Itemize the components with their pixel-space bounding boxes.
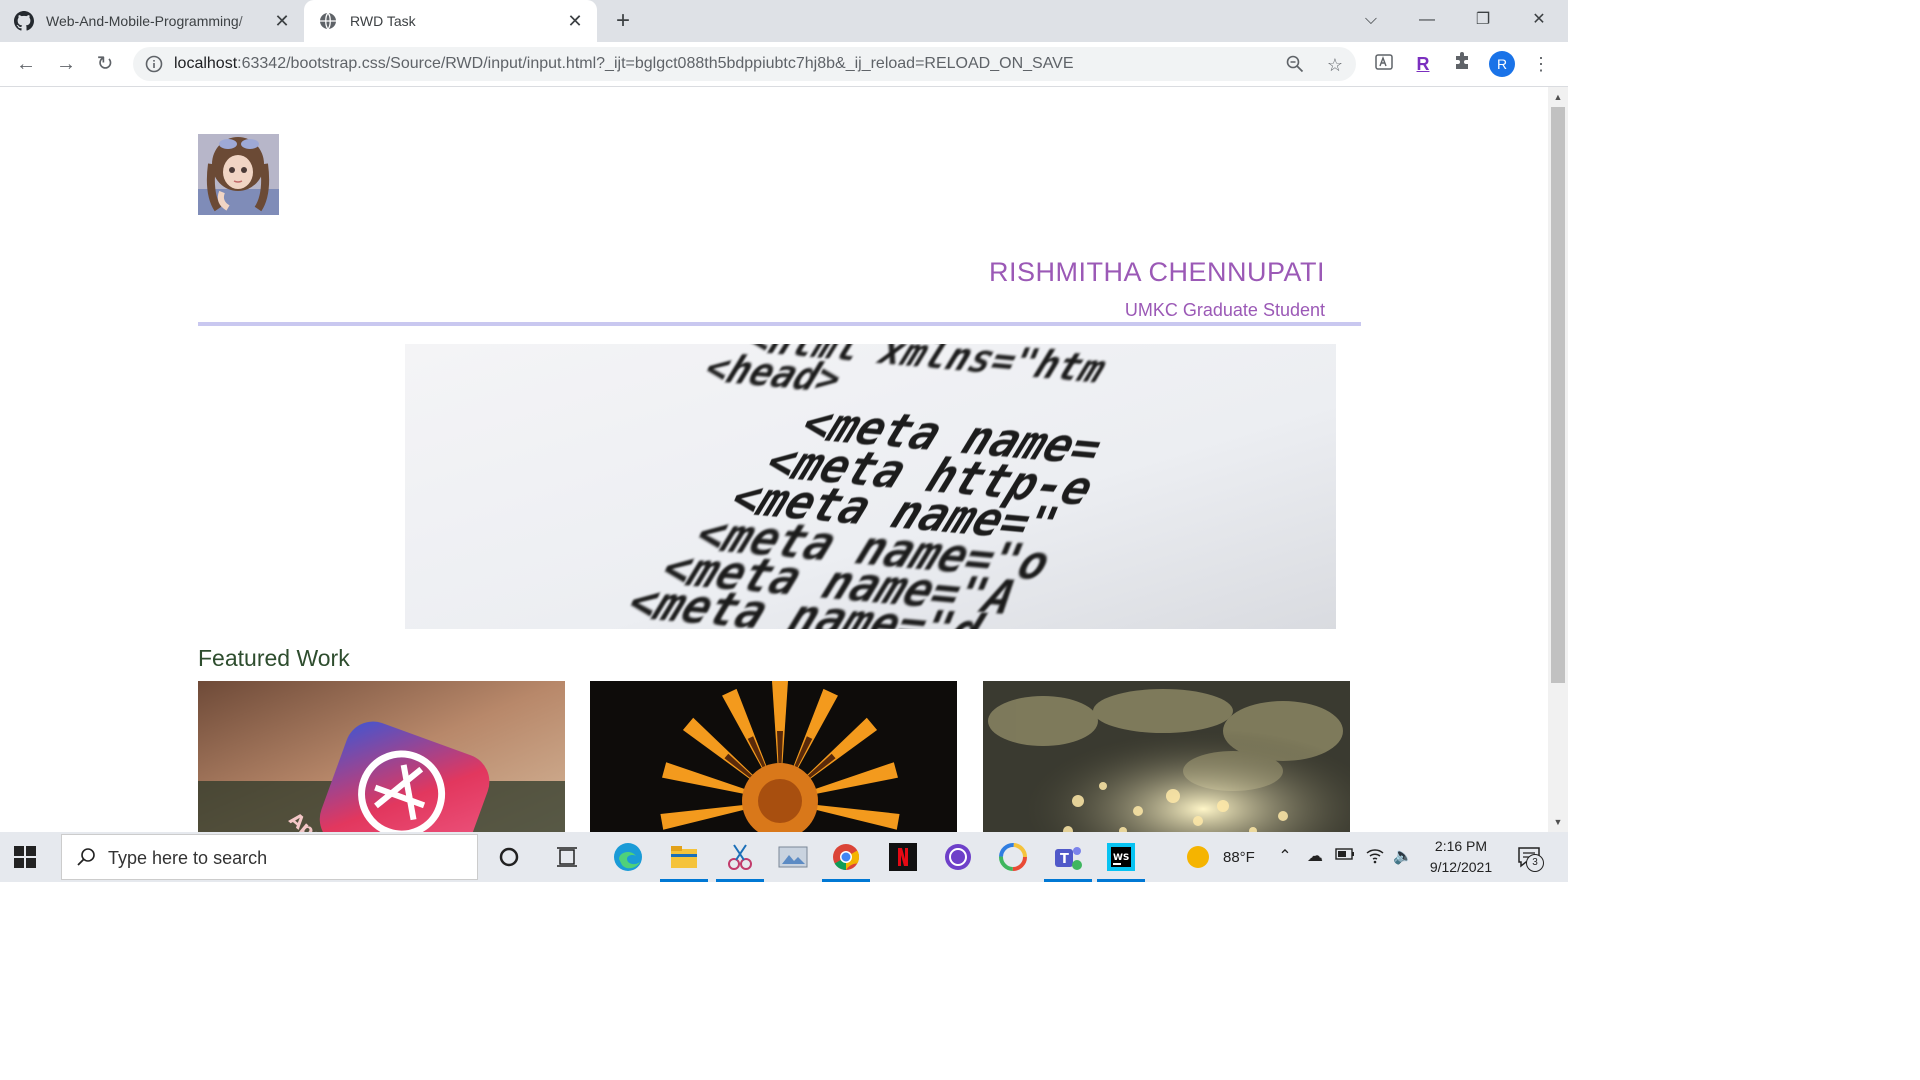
header-divider [198,322,1361,326]
windows-start-icon[interactable] [14,846,36,868]
profile-image [198,134,279,215]
r-extension-icon[interactable]: R [1411,52,1435,76]
minimize-button[interactable]: — [1412,8,1442,32]
close-tab-icon[interactable]: ✕ [272,11,292,31]
temperature-text: 88°F [1223,848,1255,866]
search-placeholder: Type here to search [108,848,268,868]
browser-tab-strip: Web-And-Mobile-Programming/ ✕ RWD Task ✕… [0,0,1568,42]
new-tab-button[interactable]: + [610,8,636,34]
teams-icon[interactable]: T [1044,842,1092,882]
clock-time: 2:16 PM [1434,838,1488,854]
github-desktop-icon[interactable] [943,842,973,872]
tab-rwd-task[interactable]: RWD Task ✕ [304,0,597,42]
notification-count-badge: 3 [1526,854,1544,872]
featured-work-bokeh-image[interactable] [983,681,1350,832]
onedrive-cloud-icon[interactable]: ☁ [1304,846,1326,868]
tab-title: Web-And-Mobile-Programming/ [46,13,243,29]
svg-text:T: T [1060,852,1069,867]
edge-browser-icon[interactable] [613,842,643,872]
bookmark-star-icon[interactable]: ☆ [1325,55,1345,75]
volume-icon[interactable]: 🔈 [1392,846,1414,868]
close-tab-icon[interactable]: ✕ [565,11,585,31]
windows-taskbar: Type here to search T WS 88°F ⌃ ☁ 🔈 2:16… [0,832,1568,882]
scroll-up-arrow-icon[interactable]: ▲ [1552,91,1564,103]
globe-icon [318,11,338,31]
snipping-tool-icon[interactable] [716,842,764,882]
scroll-down-arrow-icon[interactable]: ▼ [1552,816,1564,828]
forward-button[interactable]: → [54,52,78,76]
netflix-icon[interactable] [888,842,918,872]
weather-widget[interactable]: 88°F [1187,846,1255,868]
chrome-browser-icon[interactable] [822,842,870,882]
tab-search-chevron-icon[interactable]: ⌵ [1356,8,1386,32]
file-explorer-icon[interactable] [660,842,708,882]
page-scrollbar[interactable]: ▲ ▼ [1548,87,1568,832]
battery-icon[interactable] [1334,846,1356,868]
show-hidden-icons-chevron-icon[interactable]: ⌃ [1274,846,1296,868]
tab-title: RWD Task [350,13,416,29]
close-window-button[interactable]: ✕ [1524,8,1554,32]
taskbar-search-input[interactable]: Type here to search [61,834,478,880]
featured-work-flower-image[interactable] [590,681,957,832]
featured-work-heading: Featured Work [198,645,350,671]
scrollbar-thumb[interactable] [1551,107,1565,683]
svg-text:WS: WS [1113,853,1129,863]
cortana-icon[interactable] [494,842,524,872]
browser-toolbar: ← → ↻ localhost:63342/bootstrap.css/Sour… [0,42,1568,87]
notification-center-icon[interactable]: 3 [1516,844,1544,872]
color-app-icon[interactable] [998,842,1028,872]
task-view-icon[interactable] [553,842,583,872]
page-subtitle: UMKC Graduate Student [1124,300,1325,320]
puzzle-extensions-icon[interactable] [1450,52,1474,76]
image-viewer-icon[interactable] [778,842,808,872]
zoom-icon[interactable] [1285,55,1305,75]
url-text: localhost:63342/bootstrap.css/Source/RWD… [174,55,1074,72]
featured-work-app-image[interactable]: App [198,681,565,832]
webstorm-icon[interactable]: WS [1097,842,1145,882]
restore-button[interactable]: ❐ [1468,8,1498,32]
wifi-icon[interactable] [1364,846,1386,868]
sun-icon [1187,846,1209,868]
info-icon[interactable] [145,55,163,73]
github-icon [14,11,34,31]
clock-date: 9/12/2021 [1429,859,1493,875]
profile-avatar[interactable]: R [1489,51,1515,77]
more-menu-icon[interactable]: ⋮ [1529,52,1553,76]
search-icon [76,847,96,867]
reload-button[interactable]: ↻ [93,52,117,76]
taskbar-clock[interactable]: 2:16 PM 9/12/2021 [1416,836,1506,878]
tab-github[interactable]: Web-And-Mobile-Programming/ ✕ [14,0,304,42]
address-bar[interactable]: localhost:63342/bootstrap.css/Source/RWD… [133,47,1356,81]
back-button[interactable]: ← [14,52,38,76]
web-page: RISHMITHA CHENNUPATI UMKC Graduate Stude… [0,87,1548,832]
translate-extension-icon[interactable] [1372,52,1396,76]
hero-code-image: <html xmlns="htm <head> <meta name= <met… [405,344,1336,629]
page-title-name: RISHMITHA CHENNUPATI [988,257,1325,287]
